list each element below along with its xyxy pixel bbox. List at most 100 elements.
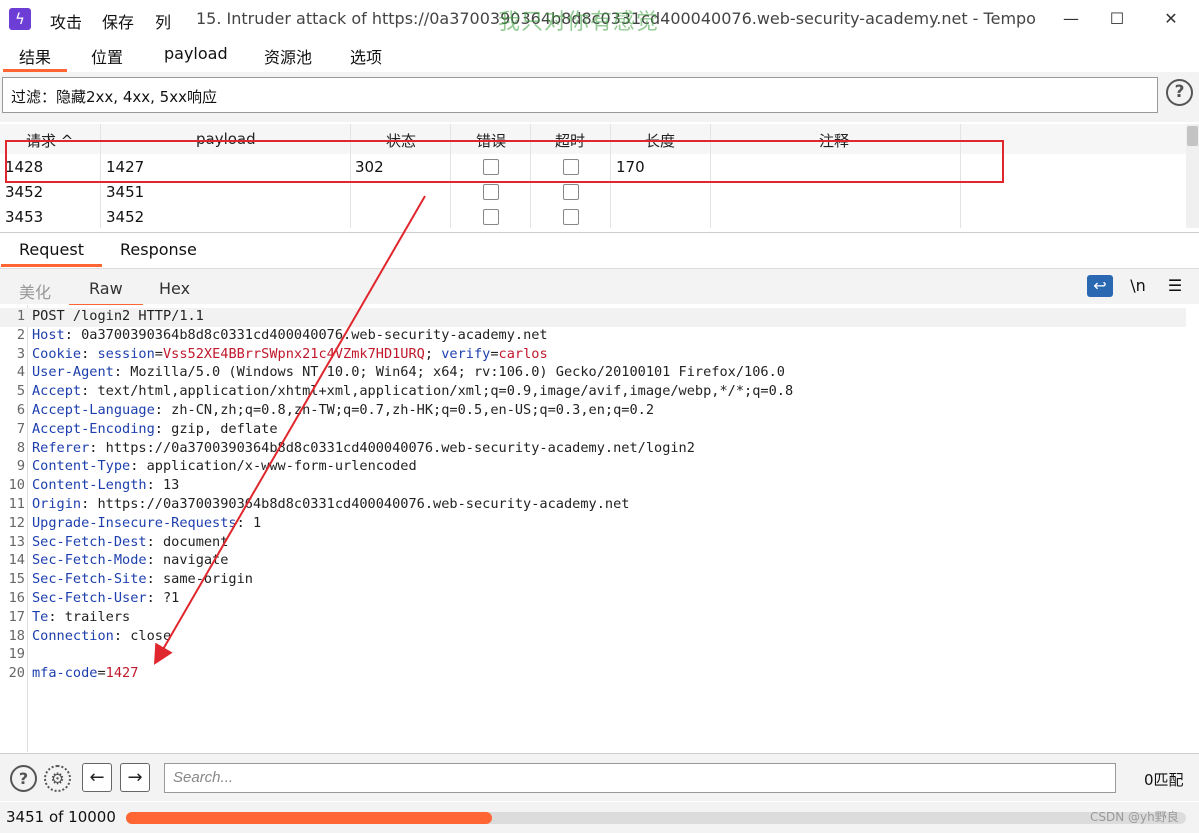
header-value: navigate <box>162 552 229 569</box>
line-content: Origin: https://0a3700390364b8d8c0331cd4… <box>32 496 629 512</box>
cookie-name: session <box>97 345 155 362</box>
line-number: 3 <box>16 345 25 362</box>
watermark: 我只对你有感觉 <box>498 10 660 35</box>
table-row[interactable]: 3452 3451 <box>0 180 1186 205</box>
tab-pretty[interactable]: 美化 <box>19 279 51 303</box>
tab-positions[interactable]: 位置 <box>91 44 123 70</box>
help-icon[interactable]: ? <box>10 765 37 792</box>
line-content: Connection: close <box>32 628 171 644</box>
line-content: Te: trailers <box>32 609 130 625</box>
table-scrollbar-thumb[interactable] <box>1187 126 1198 146</box>
line-number: 2 <box>16 326 25 343</box>
filter-field[interactable]: 过滤：隐藏2xx, 4xx, 5xx响应 <box>2 77 1158 113</box>
header-name: Sec-Fetch-User <box>32 590 147 606</box>
timeout-checkbox[interactable] <box>563 209 579 225</box>
filter-bar: 过滤：隐藏2xx, 4xx, 5xx响应 ? <box>0 72 1199 122</box>
header-separator: : <box>146 552 163 569</box>
header-separator: : <box>236 514 253 531</box>
burp-logo-icon: ϟ <box>9 8 31 30</box>
line-number: 4 <box>16 364 25 381</box>
header-name: Content-Type <box>32 458 131 475</box>
header-value: application/x-www-form-urlencoded <box>146 458 417 475</box>
header-name: Accept <box>32 383 82 400</box>
timeout-checkbox[interactable] <box>563 184 579 200</box>
title-bar: ϟ 攻击 保存 列 15. Intruder attack of https:/… <box>0 0 1199 38</box>
header-name: Upgrade-Insecure-Requests <box>32 514 237 531</box>
cell-payload: 3451 <box>106 183 145 201</box>
header-value: 13 <box>162 477 180 494</box>
line-number: 1 <box>16 308 25 324</box>
match-count: 0匹配 <box>1144 771 1184 789</box>
search-input[interactable]: Search... <box>164 763 1116 793</box>
header-name: Origin <box>32 496 82 512</box>
help-icon[interactable]: ? <box>1166 79 1193 106</box>
request-editor[interactable]: 1 POST /login2 HTTP/1.1 2 Host: 0a370039036… <box>0 305 1199 752</box>
tab-raw[interactable]: Raw <box>69 279 143 307</box>
line-content: Accept-Language: zh-CN,zh;q=0.8,zh-TW;q=… <box>32 402 654 418</box>
line-content: Upgrade-Insecure-Requests: 1 <box>32 515 261 531</box>
table-row[interactable]: 3453 3452 <box>0 205 1186 228</box>
header-value: document <box>162 533 229 550</box>
error-checkbox[interactable] <box>483 209 499 225</box>
hamburger-menu-icon[interactable]: ☰ <box>1162 275 1188 297</box>
cookie-value: carlos <box>498 345 548 362</box>
line-content: Content-Length: 13 <box>32 477 179 493</box>
cell-payload: 3452 <box>106 208 145 226</box>
line-content: Content-Type: application/x-www-form-url… <box>32 458 417 474</box>
tab-hex[interactable]: Hex <box>159 279 190 298</box>
line-number: 17 <box>8 608 25 625</box>
intruder-attack-window: ϟ 攻击 保存 列 15. Intruder attack of https:/… <box>0 0 1199 833</box>
header-name: Sec-Fetch-Mode <box>32 552 147 569</box>
body-param-name: mfa-code <box>32 665 98 682</box>
progress-bar-fill <box>126 812 492 824</box>
line-number: 9 <box>16 458 25 475</box>
tab-response[interactable]: Response <box>120 240 197 259</box>
header-value: same-origin <box>162 571 253 588</box>
header-name: Sec-Fetch-Site <box>32 571 147 588</box>
tab-payloads[interactable]: payload <box>164 44 228 70</box>
header-separator: : <box>130 458 147 475</box>
tab-request[interactable]: Request <box>1 240 102 267</box>
error-checkbox[interactable] <box>483 184 499 200</box>
header-name: Te <box>32 608 49 625</box>
menu-columns[interactable]: 列 <box>155 9 171 33</box>
previous-match-button[interactable]: ← <box>82 763 112 792</box>
minimize-icon[interactable]: — <box>1060 8 1082 30</box>
header-separator: : <box>146 590 163 606</box>
line-content: Accept: text/html,application/xhtml+xml,… <box>32 383 793 399</box>
header-name: Sec-Fetch-Dest <box>32 533 147 550</box>
header-value: close <box>130 627 172 644</box>
header-value: https://0a3700390364b8d8c0331cd400040076… <box>105 439 695 456</box>
header-value: trailers <box>64 608 131 625</box>
line-number: 7 <box>16 420 25 437</box>
cell-request: 3453 <box>5 208 44 226</box>
tab-results[interactable]: 结果 <box>2 44 68 72</box>
maximize-icon[interactable]: ☐ <box>1106 8 1128 30</box>
line-content: Host: 0a3700390364b8d8c0331cd400040076.w… <box>32 327 548 343</box>
tab-options[interactable]: 选项 <box>350 44 382 70</box>
header-value: 1 <box>252 514 262 531</box>
header-value: gzip, deflate <box>171 420 278 437</box>
attack-progress: 3451 of 10000 CSDN @yh野良 <box>0 802 1199 833</box>
header-name: Cookie <box>32 345 82 362</box>
progress-label: 3451 of 10000 <box>6 808 116 826</box>
request-line: 1 POST /login2 HTTP/1.1 <box>0 308 1186 327</box>
line-number: 18 <box>8 627 25 644</box>
line-content: User-Agent: Mozilla/5.0 (Windows NT 10.0… <box>32 364 785 380</box>
header-name: Accept-Language <box>32 402 155 418</box>
wrap-lines-icon[interactable]: ↩ <box>1087 275 1113 297</box>
header-value: text/html,application/xhtml+xml,applicat… <box>97 383 794 400</box>
cookie-equals: = <box>490 345 499 362</box>
gear-icon[interactable]: ⚙ <box>44 765 71 792</box>
line-number: 14 <box>8 552 25 569</box>
cookie-separator: ; <box>424 345 442 362</box>
header-name: User-Agent <box>32 364 114 381</box>
newline-toggle[interactable]: \n <box>1125 275 1151 297</box>
close-icon[interactable]: ✕ <box>1160 8 1182 30</box>
menu-save[interactable]: 保存 <box>102 9 134 33</box>
next-match-button[interactable]: → <box>120 763 150 792</box>
line-content: POST /login2 HTTP/1.1 <box>32 308 204 324</box>
menu-attack[interactable]: 攻击 <box>50 9 82 33</box>
tab-resource-pool[interactable]: 资源池 <box>264 44 312 70</box>
cookie-name: verify <box>441 345 491 362</box>
